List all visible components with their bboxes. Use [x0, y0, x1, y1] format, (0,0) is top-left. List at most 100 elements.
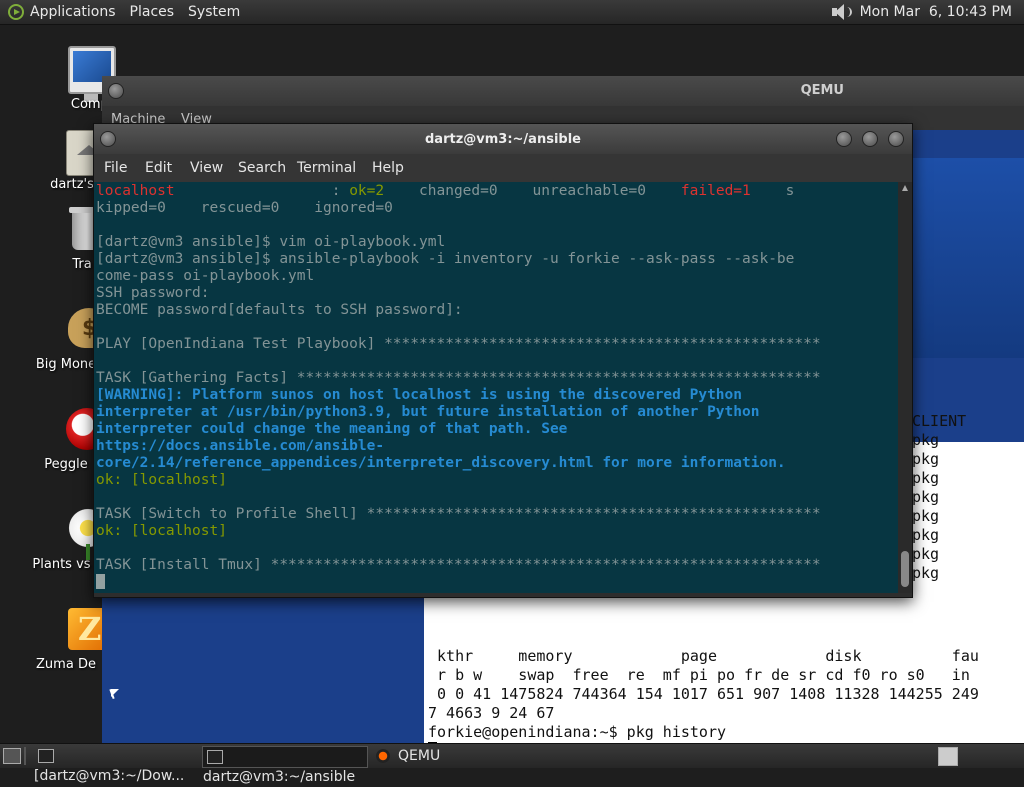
terminal-text: changed=0 unreachable=0 — [384, 183, 681, 199]
guest-terminal-line: pkg — [912, 488, 940, 506]
terminal-text: ok: [localhost] — [96, 472, 227, 488]
guest-terminal-line: pkg — [912, 431, 940, 449]
terminal-text: come-pass oi-playbook.yml — [96, 268, 315, 284]
guest-desktop-panel — [910, 158, 1024, 358]
taskbar-item-qemu[interactable]: QEMU — [372, 746, 472, 766]
guest-terminal-line: pkg — [912, 450, 940, 468]
guest-terminal-line: 0 0 41 1475824 744364 154 1017 651 907 1… — [428, 685, 979, 703]
terminal-text: TASK [Switch to Profile Shell] *********… — [96, 506, 821, 522]
menu-search[interactable]: Search — [238, 160, 286, 176]
menu-system[interactable]: System — [188, 4, 240, 20]
terminal-line: come-pass oi-playbook.yml — [96, 268, 314, 285]
terminal-line: [dartz@vm3 ansible]$ ansible-playbook -i… — [96, 251, 794, 268]
menu-applications[interactable]: Applications — [30, 4, 116, 20]
guest-terminal-line: kthr memory page disk fau — [428, 647, 979, 665]
terminal-line: interpreter at /usr/bin/python3.9, but f… — [96, 404, 759, 421]
minimize-icon[interactable] — [836, 131, 852, 147]
qemu-icon — [376, 749, 390, 763]
guest-terminal-line: pkg — [912, 564, 940, 582]
show-desktop-icon[interactable] — [3, 748, 21, 764]
terminal-line: SSH password: — [96, 285, 210, 302]
qemu-titlebar[interactable]: QEMU — [102, 76, 1024, 106]
terminal-line: kipped=0 rescued=0 ignored=0 — [96, 200, 393, 217]
top-panel: Applications Places System Mon Mar 6, 10… — [0, 0, 1024, 25]
taskbar-item-label: QEMU — [398, 748, 441, 764]
scroll-up-icon[interactable] — [902, 185, 908, 191]
taskbar-item-label: dartz@vm3:~/ansible — [203, 769, 356, 785]
terminal-text: TASK [Gathering Facts] *****************… — [96, 370, 821, 386]
guest-terminal-line: 7 4663 9 24 67 — [428, 704, 555, 722]
terminal-text: [dartz@vm3 ansible]$ ansible-playbook -i… — [96, 251, 795, 267]
terminal-line: [dartz@vm3 ansible]$ vim oi-playbook.yml — [96, 234, 445, 251]
guest-terminal-line: pkg — [912, 545, 940, 563]
terminal-text: [WARNING]: Platform sunos on host localh… — [96, 387, 743, 403]
terminal-line: interpreter could change the meaning of … — [96, 421, 567, 438]
terminal-icon — [38, 749, 54, 763]
terminal-text: ok=2 — [349, 183, 385, 199]
terminal-text: core/2.14/reference_appendices/interpret… — [96, 455, 786, 471]
terminal-text: : — [174, 183, 350, 199]
qemu-title: QEMU — [800, 83, 844, 98]
terminal-text: s — [750, 183, 795, 199]
guest-prompt-line: forkie@openindiana:~$ pkg history — [428, 723, 727, 741]
terminal-line: [WARNING]: Platform sunos on host localh… — [96, 387, 742, 404]
terminal-line: https://docs.ansible.com/ansible- — [96, 438, 384, 455]
maximize-icon[interactable] — [862, 131, 878, 147]
menu-help[interactable]: Help — [372, 160, 404, 176]
guest-terminal-line: r b w swap free re mf pi po fr de sr cd … — [428, 666, 970, 684]
terminal-line: TASK [Switch to Profile Shell] *********… — [96, 506, 821, 523]
terminal-text: ok: [localhost] — [96, 523, 227, 539]
terminal-window[interactable]: dartz@vm3:~/ansible File Edit View Searc… — [93, 123, 913, 598]
menu-places[interactable]: Places — [130, 4, 175, 20]
scrollbar-thumb[interactable] — [901, 551, 909, 587]
terminal-line: BECOME password[defaults to SSH password… — [96, 302, 463, 319]
menu-view[interactable]: View — [190, 160, 223, 176]
terminal-text: PLAY [OpenIndiana Test Playbook] *******… — [96, 336, 821, 352]
bottom-taskbar: [dartz@vm3:~/Dow... dartz@vm3:~/ansible … — [0, 743, 1024, 785]
terminal-text: failed=1 — [680, 183, 751, 199]
guest-terminal-line: pkg — [912, 526, 940, 544]
taskbar-separator — [24, 747, 26, 765]
terminal-text: interpreter at /usr/bin/python3.9, but f… — [96, 404, 760, 420]
terminal-text: interpreter could change the meaning of … — [96, 421, 568, 437]
desktop-icon-label: Zuma De — [36, 657, 96, 672]
terminal-line: ok: [localhost] — [96, 523, 227, 540]
taskbar-item-label: [dartz@vm3:~/Dow... — [34, 768, 185, 784]
terminal-text: https://docs.ansible.com/ansible- — [96, 438, 385, 454]
clock[interactable]: Mon Mar 6, 10:43 PM — [860, 4, 1012, 20]
terminal-line: TASK [Install Tmux] ********************… — [96, 557, 821, 574]
terminal-scrollbar[interactable] — [898, 182, 912, 593]
menu-terminal[interactable]: Terminal — [297, 160, 356, 176]
terminal-text: [dartz@vm3 ansible]$ vim oi-playbook.yml — [96, 234, 446, 250]
terminal-line: PLAY [OpenIndiana Test Playbook] *******… — [96, 336, 821, 353]
terminal-text: SSH password: — [96, 285, 210, 301]
terminal-menubar: File Edit View Search Terminal Help — [94, 154, 912, 182]
terminal-text: TASK [Install Tmux] ********************… — [96, 557, 821, 573]
window-menu-icon[interactable] — [108, 83, 124, 99]
terminal-titlebar[interactable]: dartz@vm3:~/ansible — [94, 124, 912, 154]
close-icon[interactable] — [888, 131, 904, 147]
terminal-line: TASK [Gathering Facts] *****************… — [96, 370, 821, 387]
terminal-text: localhost — [96, 183, 175, 199]
menu-edit[interactable]: Edit — [145, 160, 172, 176]
terminal-text: kipped=0 rescued=0 ignored=0 — [96, 200, 393, 216]
mouse-pointer-icon — [111, 689, 119, 697]
menu-file[interactable]: File — [104, 160, 127, 176]
terminal-line: core/2.14/reference_appendices/interpret… — [96, 455, 786, 472]
terminal-line: localhost : ok=2 changed=0 unreachable=0… — [96, 183, 794, 200]
guest-terminal-line: pkg — [912, 507, 940, 525]
workspace-switcher-icon[interactable] — [938, 747, 958, 766]
taskbar-item-downloads-terminal[interactable]: [dartz@vm3:~/Dow... — [34, 746, 198, 784]
terminal-line: ok: [localhost] — [96, 472, 227, 489]
volume-icon[interactable] — [830, 3, 852, 21]
panel-tray: Mon Mar 6, 10:43 PM — [830, 3, 1012, 21]
terminal-text: BECOME password[defaults to SSH password… — [96, 302, 463, 318]
guest-terminal-line: pkg — [912, 469, 940, 487]
guest-terminal-line: CLIENT — [912, 412, 967, 430]
terminal-output[interactable]: localhost : ok=2 changed=0 unreachable=0… — [94, 182, 898, 593]
terminal-icon — [207, 750, 223, 764]
distro-logo-icon[interactable] — [8, 4, 24, 20]
taskbar-item-ansible-terminal[interactable]: dartz@vm3:~/ansible — [202, 746, 368, 785]
terminal-title: dartz@vm3:~/ansible — [425, 132, 581, 147]
terminal-text-cursor — [96, 574, 105, 589]
